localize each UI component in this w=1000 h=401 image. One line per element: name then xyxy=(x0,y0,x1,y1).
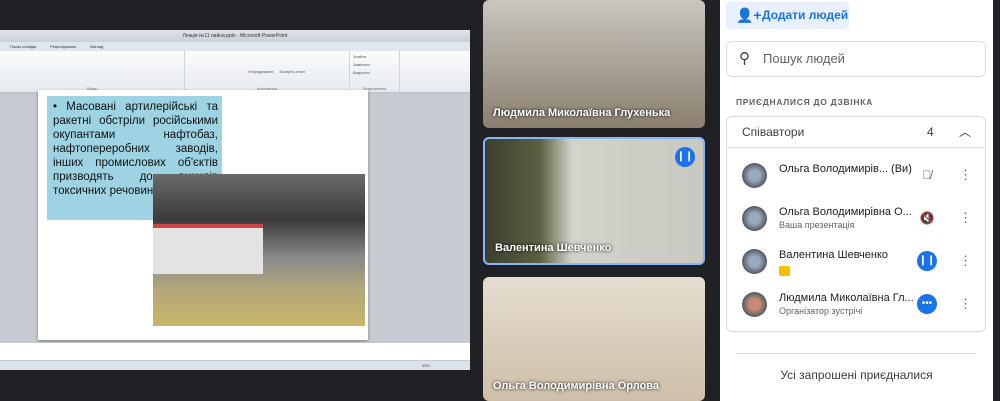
tab-review[interactable]: Рецензування xyxy=(50,42,76,51)
more-options-icon[interactable]: ⋮ xyxy=(959,294,972,314)
participant-name: Валентина Шевченко xyxy=(495,242,612,254)
group-title: Співавтори xyxy=(742,125,805,139)
presenting-badge-icon xyxy=(779,266,790,276)
contributors-list: Співавтори 4 ︿ Ольга Володимирів... (Ви) 🎙̸… xyxy=(726,116,986,332)
video-tile[interactable]: Людмила Миколаївна Глухенька xyxy=(483,0,705,128)
window-title: Лекція №11 пайна.pptx - Microsoft PowerP… xyxy=(0,30,470,42)
building xyxy=(153,224,263,274)
contributors-header[interactable]: Співавтори 4 ︿ xyxy=(727,117,985,148)
divider xyxy=(736,353,976,354)
drawing-group: Упорядкувати Експрес-стилі Креслення xyxy=(185,51,350,92)
notes-pane[interactable] xyxy=(0,343,470,360)
add-people-label: Додати людей xyxy=(762,8,849,22)
participant-name: Людмила Миколаївна Гл... xyxy=(779,292,914,304)
video-tile-active[interactable]: ❙❙ Валентина Шевченко xyxy=(483,137,705,265)
select-button[interactable]: Виділити xyxy=(353,70,396,75)
tab-slideshow[interactable]: Показ слайдів xyxy=(10,42,36,51)
factory-fire-photo xyxy=(153,174,365,326)
participant-row[interactable]: Ольга Володимирів... (Ви) 🎙̸ ⋮ xyxy=(727,158,985,198)
participant-name: Валентина Шевченко xyxy=(779,249,889,261)
chevron-up-icon[interactable]: ︿ xyxy=(959,117,971,147)
more-options-icon[interactable]: ⋮ xyxy=(959,165,972,185)
participant-subtitle: Організатор зустрічі xyxy=(779,306,863,316)
zoom-level: 55% xyxy=(421,363,430,368)
avatar xyxy=(742,249,767,274)
participant-row[interactable]: Валентина Шевченко ❙❙ ⋮ xyxy=(727,244,985,284)
search-placeholder: Пошук людей xyxy=(763,51,845,66)
quick-styles-button[interactable]: Експрес-стилі xyxy=(280,69,306,74)
participant-name: Ольга Володимирівна Орлова xyxy=(493,380,660,392)
more-icon: ••• xyxy=(917,294,937,314)
add-people-button[interactable]: 👤+ Додати людей xyxy=(726,2,849,29)
scrollbar-edge xyxy=(993,0,1000,401)
editing-group: Знайти Замінити Виділити Редагування xyxy=(350,51,400,92)
people-panel: 👤+ Додати людей ⚲ Пошук людей ПРИЄДНАЛИСЯ … xyxy=(720,0,993,401)
find-button[interactable]: Знайти xyxy=(353,54,396,59)
participant-row[interactable]: Ольга Володимирівна О... Ваша презентація… xyxy=(727,201,985,241)
avatar xyxy=(742,163,767,188)
participant-name: Людмила Миколаївна Глухенька xyxy=(493,107,671,119)
more-options-icon[interactable]: ⋮ xyxy=(959,208,972,228)
powerpoint-window: Лекція №11 пайна.pptx - Microsoft PowerP… xyxy=(0,30,470,370)
participant-name: Ольга Володимирівна О... xyxy=(779,206,912,218)
speaking-icon: ❙❙ xyxy=(917,251,937,271)
status-bar: 55% xyxy=(0,361,470,370)
arrange-button[interactable]: Упорядкувати xyxy=(248,69,274,74)
more-options-icon[interactable]: ⋮ xyxy=(959,251,972,271)
participant-count: 4 xyxy=(927,125,934,139)
add-person-icon: 👤+ xyxy=(736,7,762,23)
search-people-input[interactable]: ⚲ Пошук людей xyxy=(726,41,986,77)
tab-view[interactable]: Вигляд xyxy=(90,42,103,51)
paragraph-group: Абзац xyxy=(0,51,185,92)
video-tile[interactable]: Ольга Володимирівна Орлова xyxy=(483,277,705,401)
avatar xyxy=(742,206,767,231)
sound-off-icon: 🔇 xyxy=(919,211,935,225)
participant-row[interactable]: Людмила Миколаївна Гл... Організатор зуст… xyxy=(727,287,985,327)
avatar xyxy=(742,292,767,317)
participant-name: Ольга Володимирів... (Ви) xyxy=(779,163,912,175)
speaking-icon: ❙❙ xyxy=(675,147,695,167)
ribbon: Абзац Упорядкувати Експрес-стилі Креслен… xyxy=(0,51,470,93)
replace-button[interactable]: Замінити xyxy=(353,62,396,67)
section-heading: ПРИЄДНАЛИСЯ ДО ДЗВІНКА xyxy=(736,97,873,107)
mic-off-icon: 🎙̸ xyxy=(922,168,932,182)
ribbon-tabs: Показ слайдів Рецензування Вигляд xyxy=(0,42,470,51)
search-icon: ⚲ xyxy=(739,50,750,67)
participant-subtitle: Ваша презентація xyxy=(779,220,855,230)
all-joined-text: Усі запрошені приєдналися xyxy=(780,368,933,382)
slide[interactable]: • Масовані артилерійські та ракетні обст… xyxy=(38,90,368,340)
